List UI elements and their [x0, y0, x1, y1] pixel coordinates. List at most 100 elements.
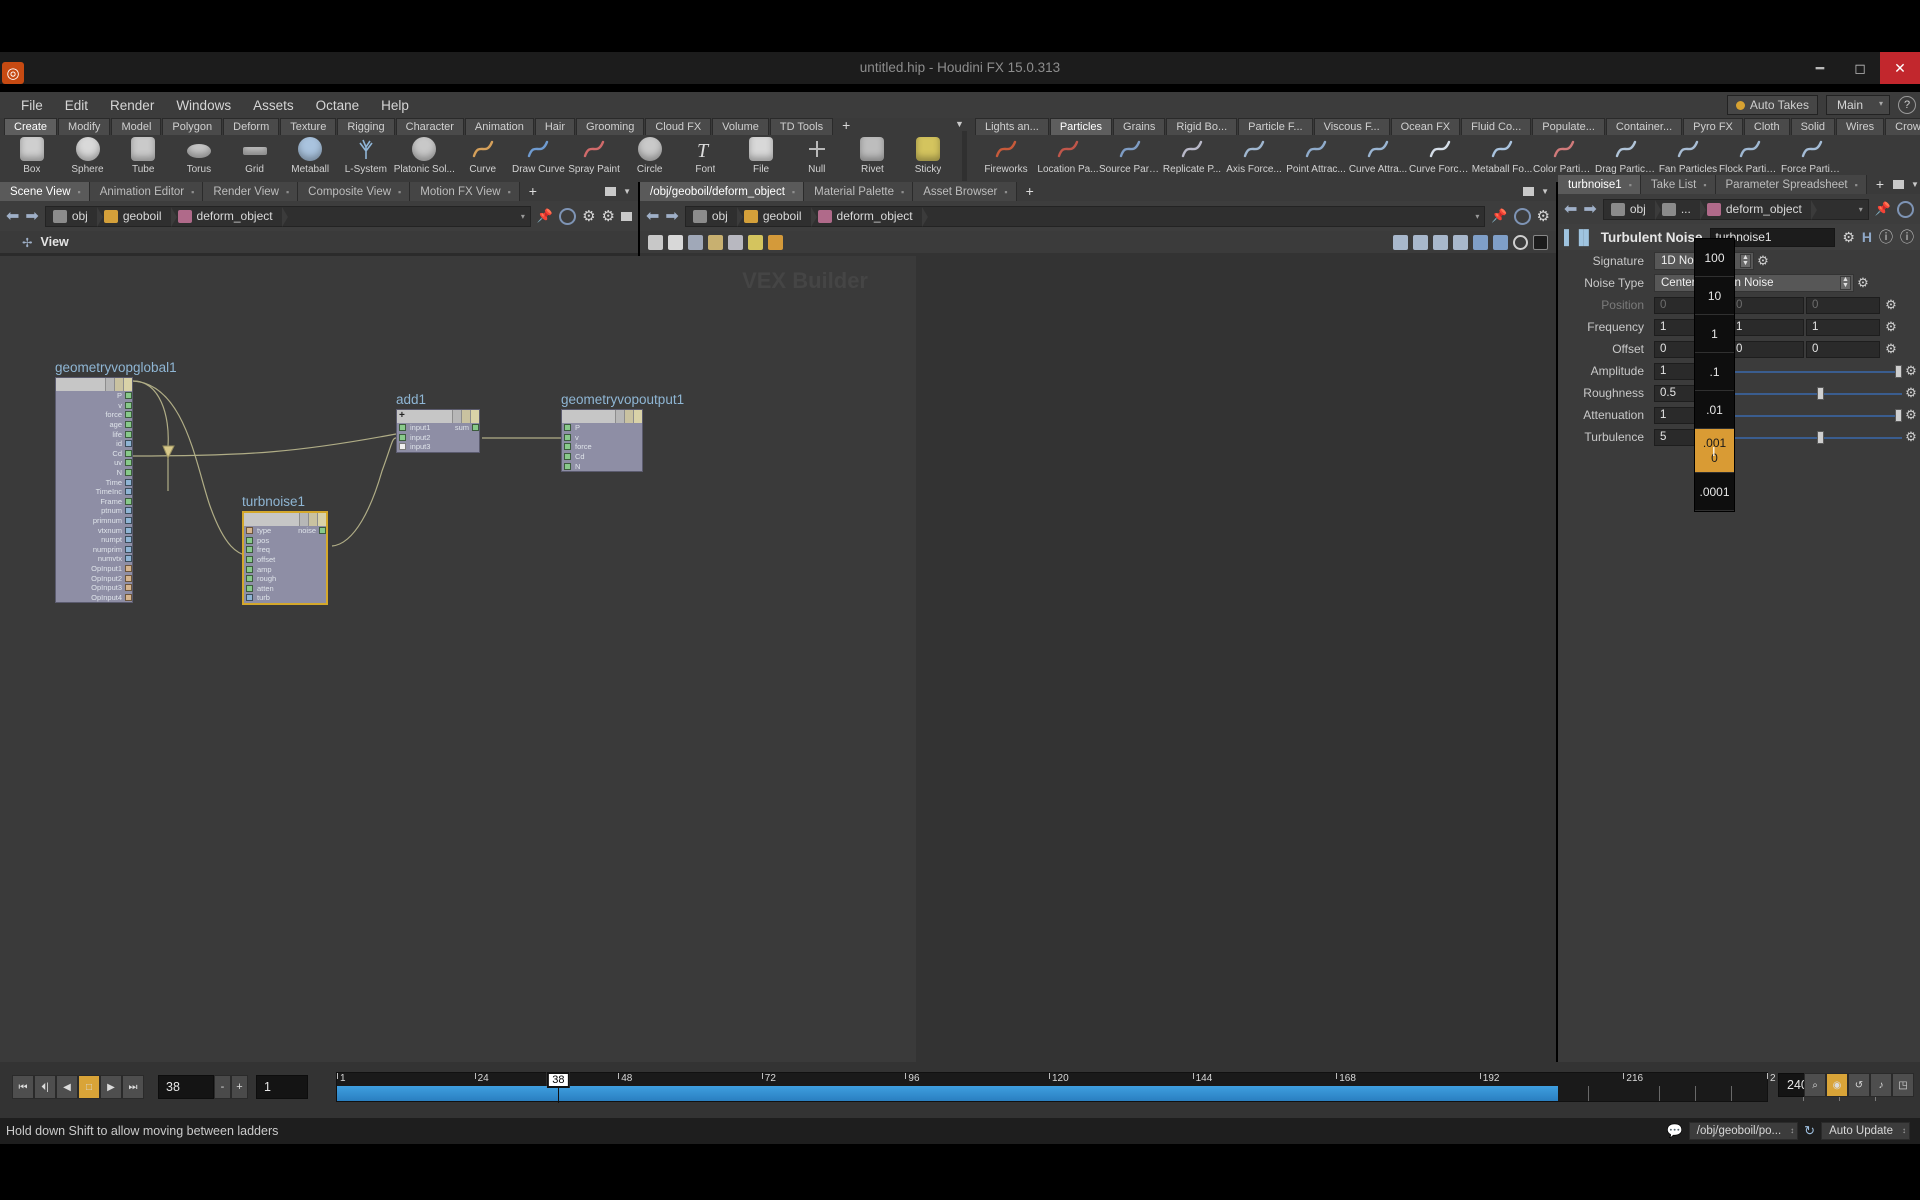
node-output-connector[interactable]	[125, 526, 132, 534]
shelf-item-sticky[interactable]: Sticky	[900, 135, 956, 175]
node-flag-0-icon[interactable]	[615, 410, 624, 423]
forward-arrow-icon[interactable]: ➡	[1583, 199, 1596, 219]
maximize-pane-icon[interactable]	[621, 211, 632, 221]
shelf-tab-2[interactable]: Grains	[1113, 118, 1166, 135]
parameter-gear-icon[interactable]: ⚙	[1882, 319, 1900, 335]
node-flag-0-icon[interactable]	[105, 378, 114, 391]
node-output-connector[interactable]	[125, 593, 132, 601]
auto-key-icon[interactable]: ◉	[1826, 1073, 1848, 1097]
tab-asset-browser[interactable]: Asset Browser ▪	[913, 182, 1017, 201]
shelf-tab-extra-0[interactable]: Pyro FX	[1683, 118, 1743, 135]
step-back-key-icon[interactable]: ⏴|	[34, 1075, 56, 1099]
node-output-connector[interactable]	[125, 555, 132, 563]
slider-handle[interactable]	[1817, 386, 1824, 400]
scene-view-path-bar[interactable]: ⬅ ➡ obj geoboil deform_object ▾ 📌 ⚙ ⚙	[0, 201, 638, 231]
view-options-icon[interactable]: ⚙	[602, 207, 615, 225]
node-input-connector[interactable]	[246, 546, 253, 554]
node-geometryvopglobal1[interactable]: geometryvopglobal1 Pv force age life id Cd uv N T…	[55, 360, 177, 604]
display-flag-icon[interactable]	[1533, 234, 1548, 250]
maximize-pane-icon[interactable]	[1893, 180, 1905, 189]
ladder-step-10[interactable]: 10	[1695, 277, 1734, 315]
close-tab-icon[interactable]: ▪	[901, 185, 904, 200]
ladder-step-p0001[interactable]: .0001	[1695, 473, 1734, 511]
close-tab-icon[interactable]: ▪	[191, 185, 194, 200]
parameter-gear-icon[interactable]: ⚙	[1882, 297, 1900, 313]
refresh-icon[interactable]: ↻	[1804, 1123, 1815, 1139]
target-icon[interactable]	[1513, 207, 1531, 225]
auto-takes-button[interactable]: Auto Takes	[1726, 95, 1818, 115]
display-options-icon[interactable]: ⚙	[582, 207, 595, 225]
value-ladder-popup[interactable]: 100 10 1.1.01.001 0.0001	[1694, 238, 1735, 512]
parameter-path-chevron-down-icon[interactable]: ▾	[1859, 205, 1863, 214]
parameter-path-bar[interactable]: ⬅ ➡ obj... deform_object ▾ 📌	[1558, 194, 1920, 224]
breadcrumb-item-0[interactable]: obj	[46, 206, 103, 227]
houdini-h-icon[interactable]: H	[1862, 229, 1872, 245]
node-input-connector[interactable]	[399, 443, 406, 451]
shelf-item-axis-force-[interactable]: Axis Force...	[1223, 135, 1285, 175]
menu-bar-right[interactable]: Auto Takes Main ▾ ?	[1726, 92, 1916, 118]
network-layout-tool-5-icon[interactable]	[1493, 234, 1508, 250]
menu-item-file[interactable]: File	[10, 95, 54, 116]
increment-button[interactable]: +	[231, 1075, 248, 1099]
shelf-tab-8[interactable]: Animation	[464, 118, 534, 135]
shelf-tab-3[interactable]: Rigid Bo...	[1166, 118, 1238, 135]
network-tool-0-icon[interactable]	[648, 234, 663, 250]
shelf-item-grid[interactable]: Grid	[227, 135, 283, 175]
cycle-icon[interactable]: ↺	[1848, 1073, 1870, 1097]
parameter-gear-icon[interactable]: ⚙	[1882, 341, 1900, 357]
pane-tab-controls[interactable]: ▼	[1523, 182, 1556, 201]
menu-item-help[interactable]: Help	[370, 95, 420, 116]
shelf-item-l-system[interactable]: L-System	[338, 135, 394, 175]
network-layout-tool-2-icon[interactable]	[1433, 234, 1448, 250]
node-input-connector[interactable]	[564, 462, 571, 470]
node-output-connector[interactable]	[125, 401, 132, 409]
network-tool-6-icon[interactable]	[768, 234, 783, 250]
shelf-tab-11[interactable]: Cloud FX	[645, 118, 712, 135]
shelf-item-box[interactable]: Box	[4, 135, 60, 175]
scene-view-tabs[interactable]: Scene View ▪ Animation Editor ▪ Render View ▪…	[0, 182, 638, 201]
close-tab-icon[interactable]: ▪	[1855, 178, 1858, 193]
shelf-item-flock-particl-[interactable]: Flock Particl...	[1719, 135, 1781, 175]
shelf-tab-9[interactable]: Hair	[534, 118, 576, 135]
close-tab-icon[interactable]: ▪	[1629, 178, 1632, 193]
shelf-items-left[interactable]: Box Sphere Tube Torus Grid Metaball L-System Pl…	[4, 135, 956, 181]
node-output-connector[interactable]	[472, 424, 479, 432]
chevron-down-icon[interactable]: ▼	[1541, 187, 1549, 196]
shelf-item-metaball[interactable]: Metaball	[282, 135, 338, 175]
node-flag-1-icon[interactable]	[624, 410, 633, 423]
shelf-item-metaball-fo-[interactable]: Metaball Fo...	[1471, 135, 1533, 175]
network-tool-1-icon[interactable]	[668, 234, 683, 250]
tab-parameter-spreadsheet[interactable]: Parameter Spreadsheet ▪	[1715, 175, 1867, 194]
frame-increment-field[interactable]: 1	[256, 1075, 308, 1099]
network-path-chevron-down-icon[interactable]: ▾	[1475, 212, 1479, 221]
parameter-value-field[interactable]: 0	[1730, 296, 1804, 314]
shelf-tab-4[interactable]: Particle F...	[1238, 118, 1313, 135]
node-header[interactable]	[562, 410, 642, 423]
playback-controls[interactable]: ⏮ ⏴| ◀ □ ▶ ⏭ 38- +1	[12, 1075, 308, 1099]
tab-material-palette[interactable]: Material Palette ▪	[804, 182, 914, 201]
shelf-item-font[interactable]: T Font	[678, 135, 734, 175]
step-back-icon[interactable]: ◀	[56, 1075, 78, 1099]
jump-to-start-icon[interactable]: ⏮	[12, 1075, 34, 1099]
maximize-icon[interactable]: ◻	[1840, 52, 1880, 84]
parameter-tabs[interactable]: turbnoise1 ▪ Take List ▪ Parameter Spreadshe…	[1558, 175, 1920, 194]
shelf-item-force-partic-[interactable]: Force Partic...	[1781, 135, 1843, 175]
node-input-connector[interactable]	[246, 594, 253, 602]
scene-path-breadcrumb[interactable]: obj geoboil deform_object ▾	[44, 205, 531, 227]
shelf-item-torus[interactable]: Torus	[171, 135, 227, 175]
info-icon[interactable]: ⓘ	[1879, 227, 1893, 247]
speech-bubble-icon[interactable]: 💬	[1667, 1123, 1683, 1139]
minimize-icon[interactable]: ━	[1800, 52, 1840, 84]
shelf-tab-1[interactable]: Particles	[1049, 118, 1113, 135]
shelf-tab-9[interactable]: Container...	[1605, 118, 1683, 135]
tab-scene-view[interactable]: Scene View ▪	[0, 182, 90, 201]
parameter-value-field[interactable]: 1	[1730, 318, 1804, 336]
shelf-tab-5[interactable]: Viscous F...	[1313, 118, 1390, 135]
network-canvas[interactable]: VEX Builder geometryvopglobal1 Pv force age…	[0, 256, 916, 1062]
shelf-tabs-right[interactable]: Lights an... Particles Grains Rigid Bo... Pa…	[975, 118, 1920, 135]
slider-handle[interactable]	[1895, 364, 1903, 378]
ladder-step-p1[interactable]: .1	[1695, 353, 1734, 391]
back-arrow-icon[interactable]: ⬅	[646, 206, 659, 226]
slider-handle[interactable]	[1817, 430, 1824, 444]
node-input-connector[interactable]	[564, 433, 571, 441]
